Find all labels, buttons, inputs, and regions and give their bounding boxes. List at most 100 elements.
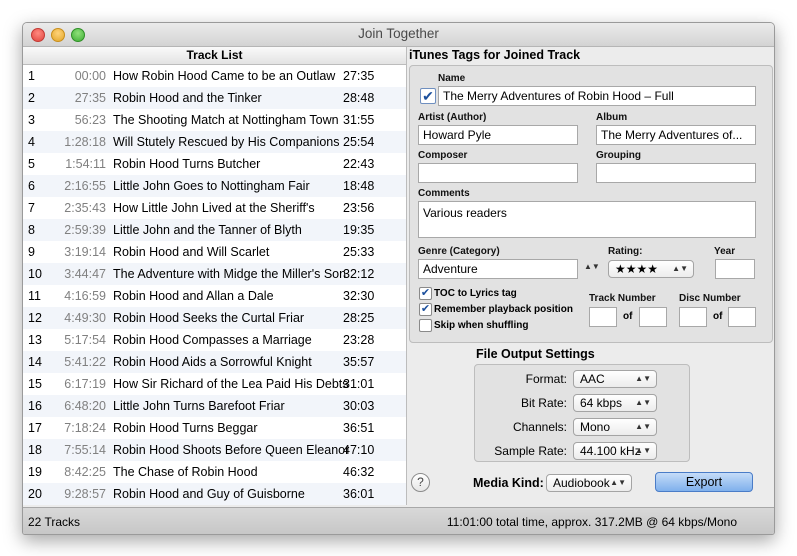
toc-checkbox[interactable]: ✔	[419, 287, 432, 300]
track-duration: 27:35	[343, 69, 375, 83]
composer-label: Composer	[418, 150, 468, 161]
track-number: 10	[28, 267, 42, 281]
table-row[interactable]: 3 56:23 The Shooting Match at Nottingham T…	[23, 109, 406, 131]
table-row[interactable]: 8 2:59:39 Little John and the Tanner of Bl…	[23, 219, 406, 241]
track-duration: 36:01	[343, 487, 375, 501]
name-field[interactable]: The Merry Adventures of Robin Hood – Ful…	[438, 86, 756, 106]
year-field[interactable]	[715, 259, 755, 279]
table-row[interactable]: 1 00:00 How Robin Hood Came to be an Outla…	[23, 65, 406, 87]
album-label: Album	[596, 112, 628, 123]
track-start-time: 7:18:24	[64, 421, 106, 435]
track-duration: 32:12	[343, 267, 375, 281]
track-title: Robin Hood and Guy of Guisborne	[113, 487, 305, 501]
track-duration: 35:57	[343, 355, 375, 369]
track-list-header[interactable]: Track List	[23, 47, 407, 65]
track-number: 18	[28, 443, 42, 457]
track-title: How Little John Lived at the Sheriff's	[113, 201, 315, 215]
table-row[interactable]: 4 1:28:18 Will Stutely Rescued by His Comp…	[23, 131, 406, 153]
format-popup[interactable]: AAC ▲▼	[573, 370, 657, 388]
grouping-field[interactable]	[596, 163, 756, 183]
help-button[interactable]: ?	[411, 473, 430, 492]
media-kind-popup[interactable]: Audiobook ▲▼	[546, 474, 632, 492]
table-row[interactable]: 20 9:28:57 Robin Hood and Guy of Guisborne…	[23, 483, 406, 505]
track-start-time: 6:17:19	[64, 377, 106, 391]
rating-value: ★★★★	[615, 262, 659, 276]
composer-field[interactable]	[418, 163, 578, 183]
popup-arrow-icon: ▲▼	[672, 264, 688, 273]
track-start-time: 9:28:57	[64, 487, 106, 501]
remember-position-label: Remember playback position	[434, 304, 573, 315]
year-label: Year	[714, 246, 736, 257]
table-row[interactable]: 14 5:41:22 Robin Hood Aids a Sorrowful Kni…	[23, 351, 406, 373]
popup-arrow-icon: ▲▼	[610, 478, 626, 487]
track-duration: 47:10	[343, 443, 375, 457]
remember-position-checkbox[interactable]: ✔	[419, 303, 432, 316]
table-row[interactable]: 10 3:44:47 The Adventure with Midge the Mi…	[23, 263, 406, 285]
track-total-field[interactable]	[639, 307, 667, 327]
disc-total-field[interactable]	[728, 307, 756, 327]
export-button[interactable]: Export	[655, 472, 753, 492]
track-title: How Sir Richard of the Lea Paid His Debt…	[113, 377, 349, 391]
output-section-title: File Output Settings	[476, 347, 595, 361]
skip-shuffle-label: Skip when shuffling	[434, 320, 529, 331]
artist-field[interactable]: Howard Pyle	[418, 125, 578, 145]
table-row[interactable]: 9 3:19:14 Robin Hood and Will Scarlet 25:33	[23, 241, 406, 263]
samplerate-label: Sample Rate:	[494, 444, 567, 458]
track-number: 16	[28, 399, 42, 413]
table-row[interactable]: 18 7:55:14 Robin Hood Shoots Before Queen …	[23, 439, 406, 461]
table-row[interactable]: 7 2:35:43 How Little John Lived at the She…	[23, 197, 406, 219]
table-row[interactable]: 2 27:35 Robin Hood and the Tinker 28:48	[23, 87, 406, 109]
track-title: Little John and the Tanner of Blyth	[113, 223, 302, 237]
track-duration: 23:56	[343, 201, 375, 215]
table-row[interactable]: 15 6:17:19 How Sir Richard of the Lea Paid…	[23, 373, 406, 395]
album-field[interactable]: The Merry Adventures of...	[596, 125, 756, 145]
track-title: The Shooting Match at Nottingham Town	[113, 113, 339, 127]
window-title: Join Together	[358, 26, 439, 41]
track-number: 9	[28, 245, 35, 259]
track-title: Robin Hood Shoots Before Queen Eleanor	[113, 443, 350, 457]
channels-popup[interactable]: Mono ▲▼	[573, 418, 657, 436]
track-of-label: of	[623, 311, 633, 322]
track-number-field[interactable]	[589, 307, 617, 327]
track-title: Robin Hood Turns Butcher	[113, 157, 261, 171]
track-start-time: 7:55:14	[64, 443, 106, 457]
track-start-time: 1:28:18	[64, 135, 106, 149]
track-duration: 19:35	[343, 223, 375, 237]
disc-number-label: Disc Number	[679, 293, 741, 304]
track-title: Robin Hood and Allan a Dale	[113, 289, 274, 303]
samplerate-popup[interactable]: 44.100 kHz ▲▼	[573, 442, 657, 460]
table-row[interactable]: 17 7:18:24 Robin Hood Turns Beggar 36:51	[23, 417, 406, 439]
table-row[interactable]: 19 8:42:25 The Chase of Robin Hood 46:32	[23, 461, 406, 483]
disc-number-field[interactable]	[679, 307, 707, 327]
track-title: Robin Hood Turns Beggar	[113, 421, 258, 435]
table-row[interactable]: 13 5:17:54 Robin Hood Compasses a Marriage…	[23, 329, 406, 351]
genre-stepper-icon[interactable]: ▲▼	[584, 263, 600, 271]
table-row[interactable]: 16 6:48:20 Little John Turns Barefoot Fria…	[23, 395, 406, 417]
rating-popup[interactable]: ★★★★ ▲▼	[608, 260, 694, 278]
skip-shuffle-checkbox[interactable]	[419, 319, 432, 332]
track-number: 1	[28, 69, 35, 83]
bitrate-popup[interactable]: 64 kbps ▲▼	[573, 394, 657, 412]
track-title: Robin Hood Compasses a Marriage	[113, 333, 312, 347]
channels-value: Mono	[580, 420, 611, 434]
samplerate-value: 44.100 kHz	[580, 444, 641, 458]
comments-field[interactable]: Various readers	[418, 201, 756, 238]
track-duration: 28:48	[343, 91, 375, 105]
track-list[interactable]: 1 00:00 How Robin Hood Came to be an Outla…	[23, 65, 407, 505]
popup-arrow-icon: ▲▼	[635, 374, 651, 383]
table-row[interactable]: 12 4:49:30 Robin Hood Seeks the Curtal Fri…	[23, 307, 406, 329]
track-title: Little John Goes to Nottingham Fair	[113, 179, 310, 193]
table-row[interactable]: 5 1:54:11 Robin Hood Turns Butcher 22:43	[23, 153, 406, 175]
artist-label: Artist (Author)	[418, 112, 487, 123]
bitrate-label: Bit Rate:	[520, 396, 567, 410]
table-row[interactable]: 11 4:16:59 Robin Hood and Allan a Dale 32:3…	[23, 285, 406, 307]
track-number: 7	[28, 201, 35, 215]
table-row[interactable]: 6 2:16:55 Little John Goes to Nottingham F…	[23, 175, 406, 197]
name-checkbox[interactable]: ✔	[420, 88, 436, 104]
track-title: The Chase of Robin Hood	[113, 465, 258, 479]
output-summary: 11:01:00 total time, approx. 317.2MB @ 6…	[446, 515, 737, 529]
genre-field[interactable]: Adventure	[418, 259, 578, 279]
track-start-time: 3:19:14	[64, 245, 106, 259]
track-start-time: 5:17:54	[64, 333, 106, 347]
popup-arrow-icon: ▲▼	[635, 398, 651, 407]
